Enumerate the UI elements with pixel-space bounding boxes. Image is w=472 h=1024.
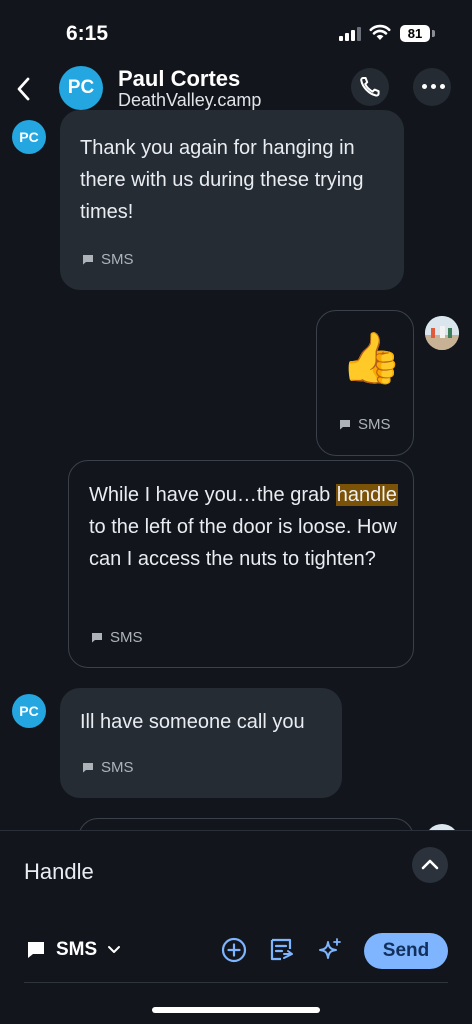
chat-bubble-icon xyxy=(83,255,93,265)
sender-avatar: PC xyxy=(12,694,46,728)
chat-bubble-icon xyxy=(340,420,350,430)
channel-selector[interactable]: SMS xyxy=(26,939,121,961)
message-channel: SMS xyxy=(82,251,134,268)
call-button[interactable] xyxy=(351,68,389,106)
user-photo xyxy=(425,316,459,350)
message-channel: SMS xyxy=(82,759,134,776)
phone-icon xyxy=(360,77,380,97)
chat-bubble-icon xyxy=(83,763,93,773)
conversation-header: PC Paul Cortes DeathValley.camp xyxy=(0,64,472,116)
message-text: While I have you…the grab handle to the … xyxy=(89,479,401,575)
channel-label: SMS xyxy=(358,416,391,433)
ellipsis-icon xyxy=(422,84,445,89)
channel-label: SMS xyxy=(101,759,134,776)
chat-bubble-icon xyxy=(28,942,44,958)
battery-icon: 81 xyxy=(400,25,430,42)
back-chevron-icon[interactable] xyxy=(12,74,36,104)
message-text-part: While I have you…the grab xyxy=(89,484,336,506)
message-text: Ill have someone call you xyxy=(80,711,305,733)
home-indicator[interactable] xyxy=(152,1007,320,1013)
chat-bubble-icon xyxy=(92,633,102,643)
composer-divider xyxy=(24,982,448,983)
sender-avatar: PC xyxy=(12,120,46,154)
status-time: 6:15 xyxy=(66,22,109,45)
ai-sparkle-icon[interactable] xyxy=(317,937,343,963)
contact-subtitle: DeathValley.camp xyxy=(118,90,262,110)
wifi-icon xyxy=(369,24,391,40)
channel-label: SMS xyxy=(101,251,134,268)
user-avatar xyxy=(425,316,459,350)
channel-label: SMS xyxy=(110,629,143,646)
add-circle-icon[interactable] xyxy=(221,937,247,963)
message-channel: SMS xyxy=(91,629,143,646)
message-text: Thank you again for hanging in there wit… xyxy=(80,137,364,223)
outgoing-message[interactable]: 👍 SMS xyxy=(316,310,414,456)
message-input[interactable]: Handle xyxy=(24,859,94,885)
contact-name[interactable]: Paul Cortes xyxy=(118,66,240,92)
collapse-composer-button[interactable] xyxy=(412,847,448,883)
chevron-down-icon xyxy=(108,946,121,953)
incoming-message[interactable]: Ill have someone call you SMS xyxy=(60,688,342,798)
more-options-button[interactable] xyxy=(413,68,451,106)
send-button[interactable]: Send xyxy=(364,933,448,969)
message-composer: Handle SMS Send xyxy=(0,830,472,1024)
incoming-message[interactable]: Thank you again for hanging in there wit… xyxy=(60,110,404,290)
templates-icon[interactable] xyxy=(268,937,294,963)
cellular-signal-icon xyxy=(339,27,361,41)
contact-avatar[interactable]: PC xyxy=(59,66,103,110)
message-channel: SMS xyxy=(339,416,391,433)
message-text-part: to the left of the door is loose. How ca… xyxy=(89,516,397,570)
channel-selector-label: SMS xyxy=(56,939,98,960)
status-bar: 6:15 81 xyxy=(0,0,472,64)
outgoing-message[interactable]: While I have you…the grab handle to the … xyxy=(68,460,414,668)
search-highlight: handle xyxy=(335,484,398,506)
battery-tip xyxy=(432,30,435,37)
thumbs-up-emoji: 👍 xyxy=(340,330,403,386)
chevron-up-icon xyxy=(421,859,439,870)
